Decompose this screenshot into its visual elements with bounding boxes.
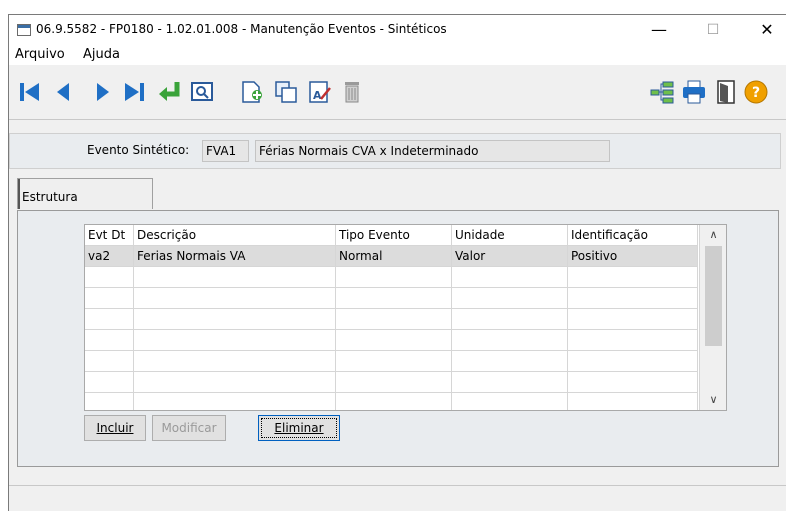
svg-text:A: A [313,89,322,102]
tab-estrutura[interactable]: Estrutura [17,178,153,209]
edit-icon[interactable]: A [307,79,333,105]
cell-descricao: Ferias Normais VA [134,246,336,266]
delete-icon[interactable] [339,79,365,105]
table-row[interactable] [85,372,698,393]
cell-tipo-evento: Normal [336,246,452,266]
grid-vertical-scrollbar[interactable]: ∧ ∨ [699,225,726,410]
header-panel: Evento Sintético: FVA1 Férias Normais CV… [9,133,781,169]
column-header-tipo-evento[interactable]: Tipo Evento [336,225,452,245]
column-header-identificacao[interactable]: Identificação [568,225,698,245]
menu-arquivo[interactable]: Arquivo [15,47,65,62]
first-record-icon[interactable] [17,79,43,105]
estrutura-panel: Evt Dt Descrição Tipo Evento Unidade Ide… [17,210,779,467]
close-button[interactable]: ✕ [749,19,785,41]
tree-icon[interactable] [649,79,675,105]
search-icon[interactable] [189,79,215,105]
eliminar-label: Eliminar [274,421,324,435]
modificar-button[interactable]: Modificar [152,415,226,441]
table-row[interactable] [85,309,698,330]
scroll-up-icon[interactable]: ∧ [700,225,726,245]
table-row[interactable] [85,393,698,410]
cell-unidade: Valor [452,246,568,266]
table-row[interactable] [85,330,698,351]
return-icon[interactable] [157,79,183,105]
minimize-button[interactable]: — [641,19,677,41]
column-header-descricao[interactable]: Descrição [134,225,336,245]
incluir-label: Incluir [96,421,134,435]
events-grid[interactable]: Evt Dt Descrição Tipo Evento Unidade Ide… [84,224,727,411]
table-row[interactable] [85,288,698,309]
help-icon[interactable]: ? [743,79,769,105]
new-document-icon[interactable] [239,79,265,105]
evento-description-field[interactable]: Férias Normais CVA x Indeterminado [255,140,610,162]
toolbar: A ? [9,65,786,120]
scroll-thumb[interactable] [705,246,722,346]
copy-icon[interactable] [273,79,299,105]
menu-bar: Arquivo Ajuda [9,45,786,65]
tab-estrutura-label: Estrutura [22,190,78,204]
scroll-down-icon[interactable]: ∨ [700,390,726,410]
cell-identificacao: Positivo [568,246,698,266]
evento-code-field[interactable]: FVA1 [202,140,249,162]
previous-record-icon[interactable] [51,79,77,105]
cell-evt-dt: va2 [85,246,134,266]
incluir-button[interactable]: Incluir [84,415,146,441]
table-row[interactable] [85,267,698,288]
evento-sintetico-label: Evento Sintético: [87,143,190,157]
next-record-icon[interactable] [89,79,115,105]
column-header-evt-dt[interactable]: Evt Dt [85,225,134,245]
window-title: 06.9.5582 - FP0180 - 1.02.01.008 - Manut… [36,22,447,36]
last-record-icon[interactable] [121,79,147,105]
print-icon[interactable] [681,79,707,105]
table-row[interactable]: va2 Ferias Normais VA Normal Valor Posit… [85,246,698,267]
help-glyph: ? [752,85,760,101]
modificar-label: Modificar [161,421,217,435]
title-bar[interactable]: 06.9.5582 - FP0180 - 1.02.01.008 - Manut… [9,15,786,45]
status-divider [9,485,786,486]
table-row[interactable] [85,351,698,372]
column-header-unidade[interactable]: Unidade [452,225,568,245]
application-window: 06.9.5582 - FP0180 - 1.02.01.008 - Manut… [8,14,786,511]
eliminar-button[interactable]: Eliminar [258,415,340,441]
maximize-button[interactable]: ☐ [695,19,731,41]
exit-door-icon[interactable] [713,79,739,105]
menu-ajuda[interactable]: Ajuda [83,47,120,62]
app-icon [17,24,31,36]
grid-header-row: Evt Dt Descrição Tipo Evento Unidade Ide… [85,225,698,246]
